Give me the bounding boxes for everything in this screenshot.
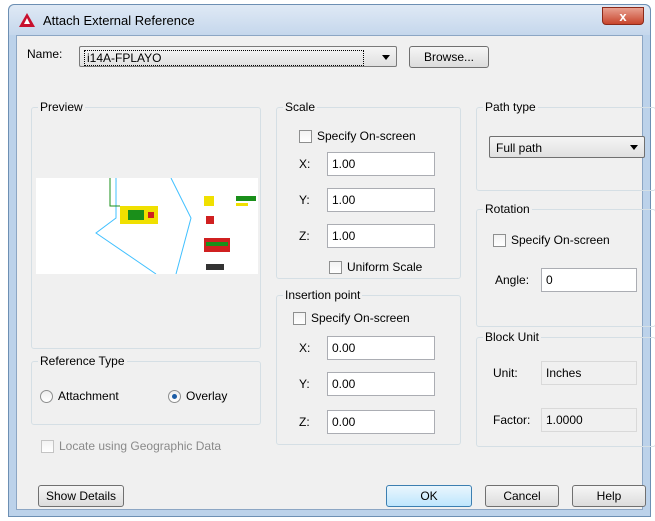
name-value: i14A-FPLAYO: [87, 51, 162, 65]
uniform-scale-checkbox[interactable]: [329, 261, 342, 274]
title-bar[interactable]: Attach External Reference x: [9, 5, 650, 35]
factor-value: 1.0000: [541, 408, 637, 432]
window-title: Attach External Reference: [43, 13, 195, 28]
geo-checkbox[interactable]: [41, 440, 54, 453]
rotation-specify-checkbox[interactable]: [493, 234, 506, 247]
show-details-button[interactable]: Show Details: [38, 485, 124, 507]
scale-x-label: X:: [299, 157, 311, 171]
scale-x-input[interactable]: 1.00: [327, 152, 435, 176]
block-unit-title: Block Unit: [483, 330, 542, 344]
cancel-button[interactable]: Cancel: [485, 485, 559, 507]
factor-label: Factor:: [493, 413, 531, 427]
scale-title: Scale: [283, 100, 318, 114]
scale-group: Scale Specify On-screen X: 1.00 Y: 1.00 …: [276, 100, 461, 279]
close-button[interactable]: x: [602, 7, 644, 25]
path-type-title: Path type: [483, 100, 538, 114]
rotation-specify-label[interactable]: Specify On-screen: [511, 233, 610, 247]
unit-value: Inches: [541, 361, 637, 385]
insertion-y-input[interactable]: 0.00: [327, 372, 435, 396]
angle-label: Angle:: [495, 273, 530, 287]
insertion-specify-checkbox[interactable]: [293, 312, 306, 325]
insertion-specify-label[interactable]: Specify On-screen: [311, 311, 410, 325]
unit-label: Unit:: [493, 366, 518, 380]
attachment-label[interactable]: Attachment: [58, 389, 119, 403]
path-type-group: Path type Full path: [476, 100, 655, 191]
chevron-down-icon: [630, 145, 638, 150]
rotation-title: Rotation: [483, 202, 532, 216]
dialog-window: Attach External Reference x Name: i14A-F…: [8, 4, 655, 517]
uniform-scale-label[interactable]: Uniform Scale: [347, 260, 422, 274]
rotation-group: Rotation Specify On-screen Angle: 0: [476, 202, 655, 327]
reference-type-title: Reference Type: [38, 354, 127, 368]
preview-title: Preview: [38, 100, 85, 114]
reference-type-group: Reference Type Attachment Overlay: [31, 354, 261, 425]
chevron-down-icon: [382, 55, 390, 60]
insertion-point-title: Insertion point: [283, 288, 363, 302]
preview-drawing: [95, 177, 256, 275]
insertion-z-input[interactable]: 0.00: [327, 410, 435, 434]
insertion-x-input[interactable]: 0.00: [327, 336, 435, 360]
dialog-client: Name: i14A-FPLAYO Browse... Preview Refe…: [16, 35, 655, 510]
path-type-value: Full path: [496, 141, 543, 155]
ok-button[interactable]: OK: [386, 485, 472, 507]
autocad-logo-icon: [19, 13, 35, 27]
angle-input[interactable]: 0: [541, 268, 637, 292]
overlay-label[interactable]: Overlay: [186, 389, 227, 403]
name-label: Name:: [27, 47, 63, 61]
insertion-y-label: Y:: [299, 377, 310, 391]
scale-z-label: Z:: [299, 229, 310, 243]
browse-button[interactable]: Browse...: [409, 46, 489, 68]
block-unit-group: Block Unit Unit: Inches Factor: 1.0000: [476, 330, 655, 447]
scale-y-label: Y:: [299, 193, 310, 207]
insertion-point-group: Insertion point Specify On-screen X: 0.0…: [276, 288, 461, 445]
overlay-radio[interactable]: [168, 390, 181, 403]
insertion-x-label: X:: [299, 341, 311, 355]
scale-specify-checkbox[interactable]: [299, 130, 312, 143]
path-type-dropdown[interactable]: Full path: [489, 136, 645, 158]
scale-z-input[interactable]: 1.00: [327, 224, 435, 248]
scale-specify-label[interactable]: Specify On-screen: [317, 129, 416, 143]
geo-label[interactable]: Locate using Geographic Data: [59, 439, 221, 453]
insertion-z-label: Z:: [299, 415, 310, 429]
help-button[interactable]: Help: [572, 485, 646, 507]
scale-y-input[interactable]: 1.00: [327, 188, 435, 212]
name-dropdown[interactable]: i14A-FPLAYO: [79, 46, 397, 67]
preview-image: [36, 177, 258, 275]
preview-group: Preview: [31, 100, 261, 349]
attachment-radio[interactable]: [40, 390, 53, 403]
radio-selected-dot: [172, 394, 177, 399]
